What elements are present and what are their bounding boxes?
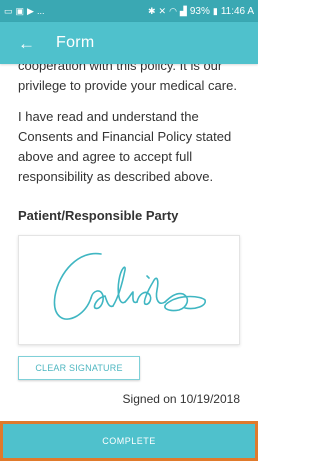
policy-text-end: cooperation with this policy. It is our … xyxy=(18,64,237,93)
signature-stroke-a xyxy=(90,290,114,310)
patient-responsible-party-label: Patient/Responsible Party xyxy=(18,208,179,223)
signature-stroke-c xyxy=(53,252,102,320)
status-bar-left: ▭ ▣ ▶ ... xyxy=(4,6,44,16)
signature-drawing xyxy=(53,252,206,320)
signature-stroke-l xyxy=(112,266,126,307)
signature-stroke-d xyxy=(136,277,166,306)
bluetooth-icon: ✱ xyxy=(147,6,156,16)
clock: 11:46 A xyxy=(220,5,254,17)
signature-pad[interactable] xyxy=(18,235,240,345)
signal-icon: ▟ xyxy=(179,6,187,16)
gallery-icon: ▣ xyxy=(15,6,25,16)
mute-icon: ✕ xyxy=(158,6,167,16)
status-bar-right: ✱ ✕ ◠ ▟ 93% ▮ 11:46 A xyxy=(148,6,254,17)
clear-signature-button[interactable]: CLEAR SIGNATURE xyxy=(18,356,140,380)
form-content[interactable]: cooperation with this policy. It is our … xyxy=(0,64,258,421)
form-screen: ▭ ▣ ▶ ... ✱ ✕ ◠ ▟ 93% ▮ 11:46 A ← Form c… xyxy=(0,0,258,461)
acknowledgement-text: I have read and understand the Consents … xyxy=(18,109,232,184)
image-icon: ▭ xyxy=(4,6,13,16)
play-icon: ▶ xyxy=(27,6,34,16)
footer-bar: COMPLETE xyxy=(0,421,258,461)
complete-button[interactable]: COMPLETE xyxy=(3,424,255,458)
back-arrow-icon[interactable]: ← xyxy=(18,35,38,52)
signature-stroke-dot xyxy=(146,275,150,279)
battery-percent: 93% xyxy=(189,5,210,17)
page-title: Form xyxy=(56,34,95,51)
more-icon: ... xyxy=(36,6,45,16)
signed-date-text: Signed on 10/19/2018 xyxy=(122,392,240,406)
battery-icon: ▮ xyxy=(212,6,218,16)
status-bar: ▭ ▣ ▶ ... ✱ ✕ ◠ ▟ 93% ▮ 11:46 A xyxy=(0,0,258,22)
app-bar: ← Form xyxy=(0,22,258,64)
signature-stroke-i xyxy=(124,291,138,304)
wifi-icon: ◠ xyxy=(169,6,177,16)
signature-stroke-flourish xyxy=(164,292,206,312)
